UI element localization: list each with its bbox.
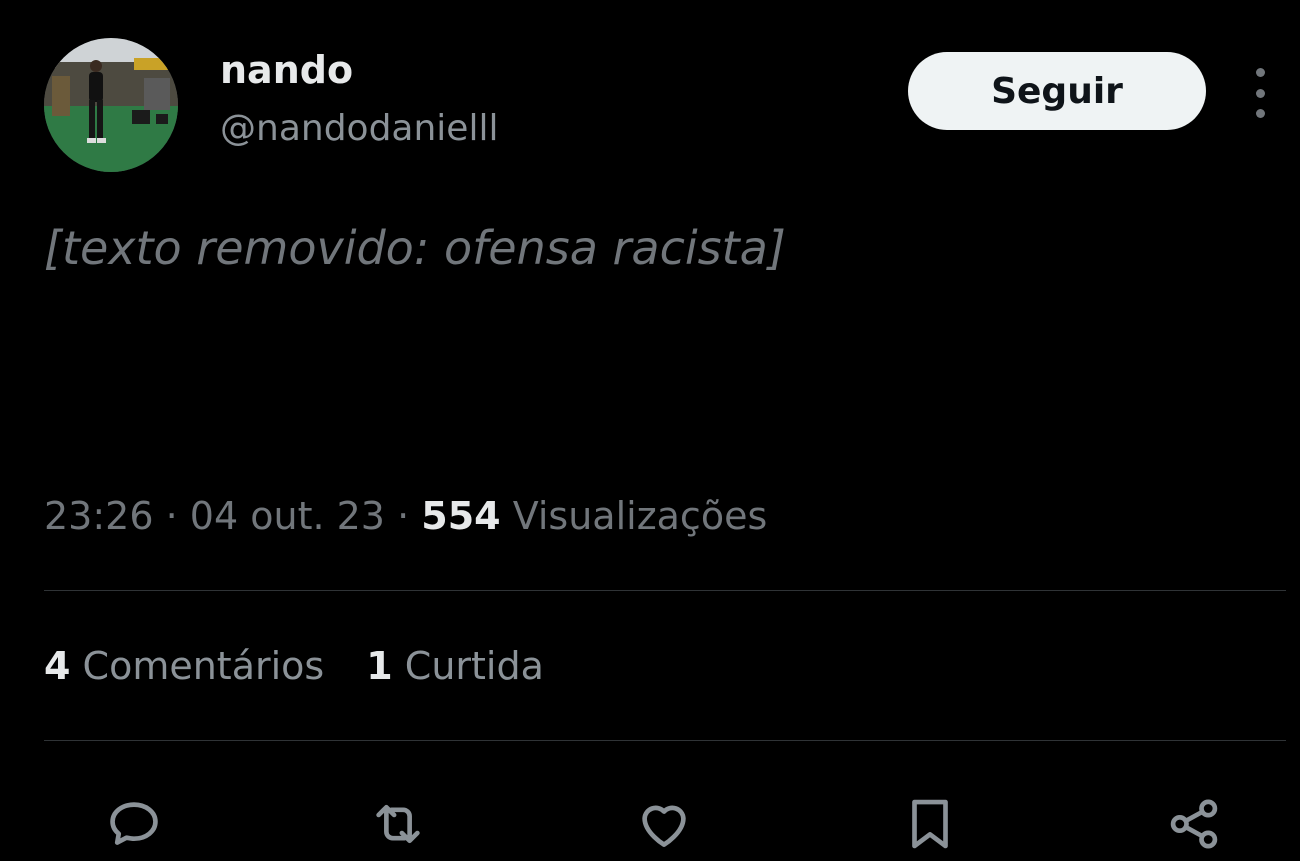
post-text: [texto removido: ofensa racista] <box>44 208 1274 288</box>
likes-count: 1 <box>366 644 393 688</box>
views-count: 554 <box>421 494 501 538</box>
post-text-withheld: [texto removido: ofensa racista] <box>44 221 786 275</box>
avatar[interactable] <box>44 38 178 172</box>
post-stats: 4 Comentários 1 Curtida <box>44 644 544 688</box>
divider <box>44 740 1286 741</box>
comments-count: 4 <box>44 644 71 688</box>
more-icon[interactable] <box>1244 68 1276 118</box>
post-date[interactable]: 04 out. 23 <box>190 494 385 538</box>
post-time[interactable]: 23:26 <box>44 494 154 538</box>
comment-button[interactable] <box>98 788 170 860</box>
like-button[interactable] <box>628 788 700 860</box>
meta-separator: · <box>165 494 178 538</box>
more-dot <box>1255 109 1265 118</box>
like-icon <box>642 805 686 847</box>
bookmark-button[interactable] <box>894 788 966 860</box>
likes-stat[interactable]: 1 Curtida <box>366 644 544 688</box>
views-label: Visualizações <box>512 494 768 538</box>
repost-button[interactable] <box>362 788 434 860</box>
divider <box>44 590 1286 591</box>
author-handle[interactable]: @nandodanielll <box>220 108 498 149</box>
avatar-photo <box>44 38 178 172</box>
repost-icon <box>376 804 420 844</box>
more-dot <box>1255 68 1265 77</box>
comments-label: Comentários <box>82 644 325 688</box>
comment-icon <box>110 802 158 845</box>
meta-separator: · <box>397 494 410 538</box>
likes-label: Curtida <box>404 644 544 688</box>
share-button[interactable] <box>1158 788 1230 860</box>
more-dot <box>1255 88 1265 98</box>
bookmark-icon <box>912 799 948 849</box>
share-icon <box>1170 799 1218 849</box>
comments-stat[interactable]: 4 Comentários <box>44 644 324 688</box>
author-name[interactable]: nando <box>220 48 353 92</box>
post-meta: 23:26 · 04 out. 23 · 554 Visualizações <box>44 494 767 538</box>
follow-button[interactable]: Seguir <box>908 52 1206 130</box>
